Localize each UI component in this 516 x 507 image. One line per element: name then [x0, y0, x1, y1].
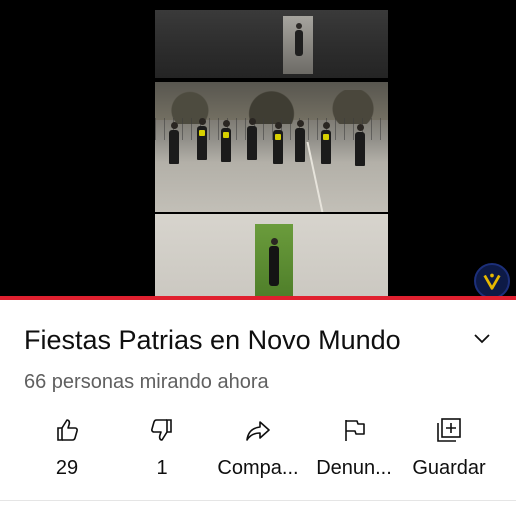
- live-viewer-count: 66 personas mirando ahora: [24, 371, 269, 393]
- video-person: [273, 122, 283, 164]
- dislike-button[interactable]: 1: [114, 412, 210, 482]
- share-icon: [246, 421, 270, 441]
- section-divider: [0, 500, 516, 501]
- video-person: [247, 118, 257, 160]
- video-person: [355, 124, 365, 166]
- like-button[interactable]: 29: [19, 412, 115, 482]
- video-player[interactable]: [0, 0, 516, 298]
- thumbs-up-icon: [57, 419, 78, 441]
- like-count: 29: [55, 457, 79, 479]
- video-person: [197, 118, 207, 160]
- dislike-count: 1: [156, 457, 168, 479]
- video-title-row[interactable]: Fiestas Patrias en Novo Mundo: [24, 322, 494, 358]
- video-inset-bottom: [255, 224, 293, 296]
- video-person: [295, 120, 305, 162]
- video-frame-top: [155, 10, 388, 78]
- video-person: [269, 238, 279, 286]
- channel-logo-icon[interactable]: [474, 263, 510, 298]
- video-person: [295, 23, 303, 56]
- report-label: Denun...: [316, 457, 392, 479]
- video-progress-bar[interactable]: [0, 296, 516, 300]
- video-person: [169, 122, 179, 164]
- thumbs-down-icon: [151, 419, 172, 441]
- video-frame-middle: [155, 82, 388, 212]
- share-label: Compa...: [217, 457, 299, 479]
- video-person: [221, 120, 231, 162]
- save-playlist-icon: [437, 418, 461, 442]
- share-button[interactable]: Compa...: [210, 412, 306, 482]
- save-label: Guardar: [412, 457, 486, 479]
- chevron-down-icon[interactable]: [472, 328, 492, 348]
- video-fence: [155, 118, 388, 140]
- video-frame-bottom: [155, 214, 388, 298]
- video-inset-top: [283, 16, 313, 74]
- save-button[interactable]: Guardar: [401, 412, 497, 482]
- video-title: Fiestas Patrias en Novo Mundo: [24, 325, 401, 355]
- report-button[interactable]: Denun...: [306, 412, 402, 482]
- flag-icon: [345, 420, 365, 441]
- channel-logo-glyph: [483, 273, 501, 290]
- action-bar: 29 1 Compa... Denun... Guardar: [0, 412, 516, 482]
- video-person: [321, 122, 331, 164]
